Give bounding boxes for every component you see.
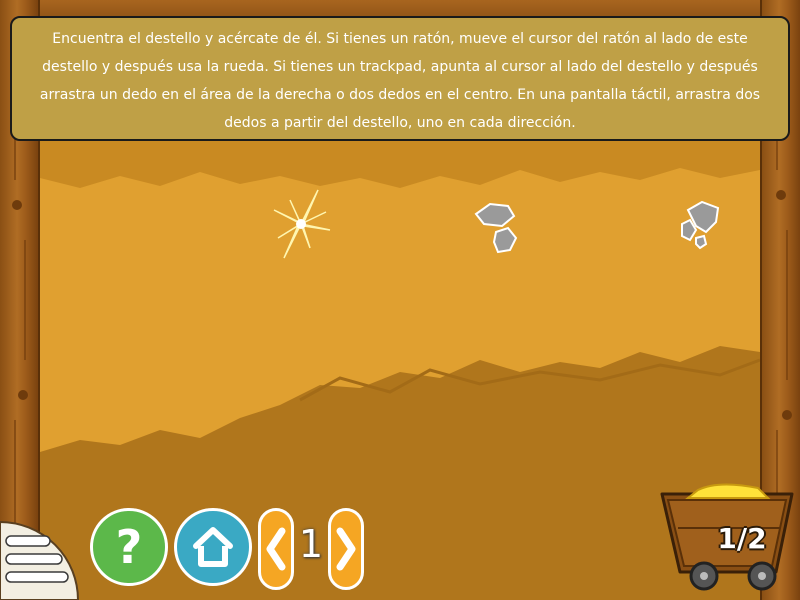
rock-icon: [681, 200, 720, 250]
chevron-left-icon: [266, 527, 286, 571]
mine-scene[interactable]: Encuentra el destello y acércate de él. …: [0, 0, 800, 600]
next-page-button[interactable]: [328, 508, 364, 590]
help-button[interactable]: ?: [90, 508, 168, 586]
previous-page-button[interactable]: [258, 508, 294, 590]
instructions-text: Encuentra el destello y acércate de él. …: [39, 31, 761, 131]
home-icon: [193, 527, 233, 567]
home-button[interactable]: [174, 508, 252, 586]
page-number: 1: [298, 522, 324, 566]
hamburger-menu-icon[interactable]: [0, 520, 80, 600]
progress-counter: 1/2: [717, 522, 767, 555]
rock-icon: [474, 202, 518, 254]
instructions-banner: Encuentra el destello y acércate de él. …: [10, 16, 790, 141]
chevron-right-icon: [336, 527, 356, 571]
page-navigation: 1: [258, 508, 364, 590]
help-button-label: ?: [115, 520, 143, 574]
sparkle-target-icon[interactable]: [270, 188, 332, 260]
